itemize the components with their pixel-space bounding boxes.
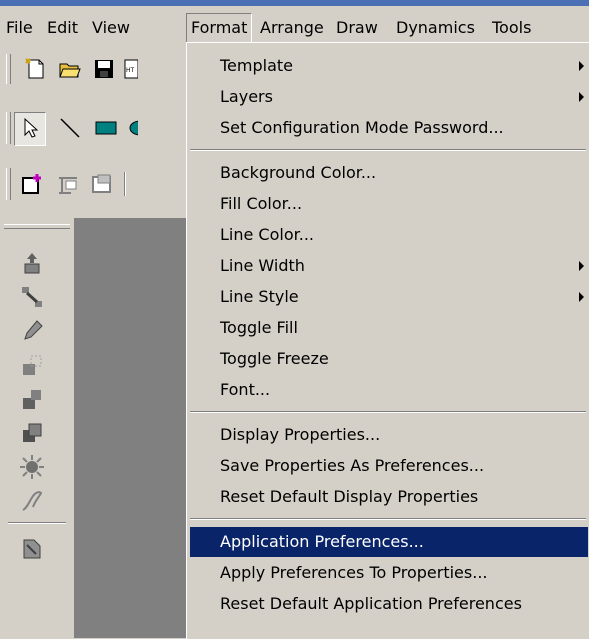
- html-export-icon[interactable]: HT: [124, 57, 138, 81]
- burst-effect-icon[interactable]: [19, 454, 45, 480]
- menu-arrange[interactable]: Arrange: [256, 14, 328, 42]
- menu-item-label: Apply Preferences To Properties...: [220, 563, 488, 582]
- submenu-arrow-icon: [579, 61, 584, 71]
- menu-item-set-configuration-mode-password[interactable]: Set Configuration Mode Password...: [190, 113, 588, 143]
- menu-item-line-width[interactable]: Line Width: [190, 251, 588, 281]
- menu-item-label: Reset Default Display Properties: [220, 487, 479, 506]
- stack-objects-icon[interactable]: [19, 420, 45, 446]
- title-bar-edge: [0, 0, 589, 6]
- palette-grip[interactable]: [4, 224, 70, 229]
- menu-item-template[interactable]: Template: [190, 51, 588, 81]
- menu-item-label: Template: [220, 56, 294, 75]
- menu-item-label: Set Configuration Mode Password...: [220, 118, 504, 137]
- freehand-draw-icon[interactable]: [19, 488, 45, 514]
- menu-draw[interactable]: Draw: [332, 14, 382, 42]
- object-toolbar: [0, 164, 186, 204]
- pointer-arrow-icon[interactable]: [18, 116, 42, 140]
- menu-item-label: Line Color...: [220, 225, 314, 244]
- menu-item-label: Application Preferences...: [220, 532, 424, 551]
- rectangle-tool-icon[interactable]: [94, 116, 118, 140]
- menu-item-reset-default-application-preferences[interactable]: Reset Default Application Preferences: [190, 589, 588, 619]
- toolbar-grip[interactable]: [6, 168, 11, 200]
- open-folder-icon[interactable]: [58, 57, 82, 81]
- object-frame-icon[interactable]: [56, 172, 80, 196]
- menu-item-application-preferences[interactable]: Application Preferences...: [190, 527, 588, 557]
- menu-item-save-properties-as-preferences[interactable]: Save Properties As Preferences...: [190, 451, 588, 481]
- menu-item-label: Save Properties As Preferences...: [220, 456, 485, 475]
- menu-file[interactable]: File: [2, 14, 37, 42]
- menu-item-label: Line Style: [220, 287, 299, 306]
- menu-item-toggle-fill[interactable]: Toggle Fill: [190, 313, 588, 343]
- menu-item-label: Font...: [220, 380, 271, 399]
- ungroup-tool-icon[interactable]: [19, 386, 45, 412]
- vertical-tool-palette: [0, 218, 74, 638]
- menu-item-label: Toggle Freeze: [220, 349, 329, 368]
- menu-bar: File Edit View Format Arrange Draw Dynam…: [0, 0, 589, 43]
- menu-item-reset-default-display-properties[interactable]: Reset Default Display Properties: [190, 482, 588, 512]
- group-tool-icon[interactable]: [19, 352, 45, 378]
- menu-item-label: Reset Default Application Preferences: [220, 594, 522, 613]
- menu-item-label: Background Color...: [220, 163, 377, 182]
- drawing-workspace[interactable]: [74, 218, 186, 638]
- new-object-icon[interactable]: [20, 172, 44, 196]
- toolbar-grip[interactable]: [6, 54, 11, 84]
- line-tool-icon[interactable]: [58, 116, 82, 140]
- menu-edit[interactable]: Edit: [43, 14, 82, 42]
- menu-item-line-color[interactable]: Line Color...: [190, 220, 588, 250]
- menu-separator: [190, 149, 586, 151]
- menu-item-label: Layers: [220, 87, 273, 106]
- menu-item-label: Line Width: [220, 256, 305, 275]
- menu-item-line-style[interactable]: Line Style: [190, 282, 588, 312]
- menu-item-apply-preferences-to-properties[interactable]: Apply Preferences To Properties...: [190, 558, 588, 588]
- menu-item-label: Display Properties...: [220, 425, 381, 444]
- menu-separator: [190, 411, 586, 413]
- submenu-arrow-icon: [579, 92, 584, 102]
- standard-toolbar: HT: [0, 50, 186, 90]
- menu-view[interactable]: View: [88, 14, 134, 42]
- toolbar-grip[interactable]: [6, 112, 11, 144]
- format-dropdown-menu: Template Layers Set Configuration Mode Pas…: [186, 42, 589, 639]
- menu-item-layers[interactable]: Layers: [190, 82, 588, 112]
- submenu-arrow-icon: [579, 261, 584, 271]
- menu-item-fill-color[interactable]: Fill Color...: [190, 189, 588, 219]
- menu-dynamics[interactable]: Dynamics: [392, 14, 479, 42]
- palette-divider: [8, 522, 66, 524]
- save-disk-icon[interactable]: [92, 57, 116, 81]
- submenu-arrow-icon: [579, 292, 584, 302]
- connector-tool-icon[interactable]: [19, 284, 45, 310]
- new-file-icon[interactable]: [24, 57, 48, 81]
- pen-tool-icon[interactable]: [19, 318, 45, 344]
- bring-to-front-icon[interactable]: [19, 250, 45, 276]
- menu-item-label: Toggle Fill: [220, 318, 298, 337]
- ellipse-tool-icon[interactable]: [128, 116, 138, 140]
- tag-tool-icon[interactable]: [19, 536, 45, 562]
- menu-item-toggle-freeze[interactable]: Toggle Freeze: [190, 344, 588, 374]
- svg-text:HT: HT: [126, 67, 135, 74]
- menu-item-font[interactable]: Font...: [190, 375, 588, 405]
- menu-item-display-properties[interactable]: Display Properties...: [190, 420, 588, 450]
- menu-item-label: Fill Color...: [220, 194, 303, 213]
- menu-format[interactable]: Format: [186, 13, 253, 43]
- menu-item-background-color[interactable]: Background Color...: [190, 158, 588, 188]
- toolbar-separator: [124, 172, 126, 196]
- drawing-toolbar: [0, 108, 186, 148]
- object-properties-icon[interactable]: [90, 172, 114, 196]
- menu-tools[interactable]: Tools: [488, 14, 535, 42]
- menu-separator: [190, 518, 586, 520]
